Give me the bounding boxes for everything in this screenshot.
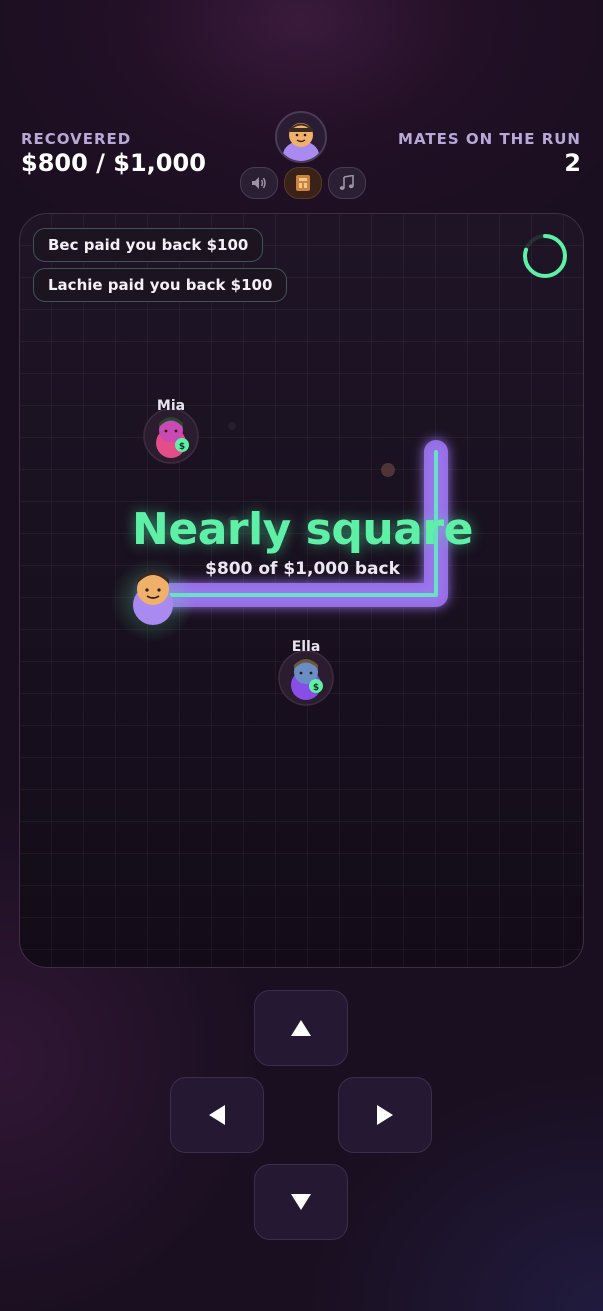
arrow-down-icon (291, 1194, 311, 1210)
coin-pickup (381, 463, 395, 477)
recovered-label: RECOVERED (21, 130, 132, 148)
mate-name-label: Mia (156, 398, 186, 414)
dpad-up-button[interactable] (254, 990, 348, 1066)
mate-ella-avatar: $ (278, 650, 334, 706)
speaker-icon[interactable] (240, 167, 278, 199)
dpad-down-button[interactable] (254, 1164, 348, 1240)
status-banner-title: Nearly square (132, 504, 473, 555)
coin-pickup (228, 422, 236, 430)
svg-text:$: $ (179, 442, 185, 452)
dpad-right-button[interactable] (338, 1077, 432, 1153)
settings-icon-row (240, 167, 366, 199)
playfield-layer: $ $ (111, 408, 448, 706)
mates-label: MATES ON THE RUN (398, 130, 581, 148)
player-avatar[interactable] (275, 111, 327, 163)
game-arena[interactable]: Bec paid you back $100 Lachie paid you b… (19, 213, 584, 968)
dpad-left-button[interactable] (170, 1077, 264, 1153)
player-avatar-icon (283, 123, 319, 161)
arrow-right-icon (377, 1105, 393, 1125)
music-note-icon[interactable] (328, 167, 366, 199)
svg-text:$: $ (313, 683, 319, 693)
book-icon[interactable] (284, 167, 322, 199)
arrow-up-icon (291, 1020, 311, 1036)
mate-mia-avatar: $ (143, 408, 199, 464)
mate-name-label: Ella (291, 639, 321, 655)
arrow-left-icon (209, 1105, 225, 1125)
status-banner-subtitle: $800 of $1,000 back (205, 559, 400, 579)
recovered-value: $800 / $1,000 (21, 149, 206, 177)
mates-count: 2 (564, 149, 581, 177)
mates-panel: MATES ON THE RUN 2 (398, 130, 581, 177)
recovered-panel: RECOVERED $800 / $1,000 (21, 130, 206, 177)
